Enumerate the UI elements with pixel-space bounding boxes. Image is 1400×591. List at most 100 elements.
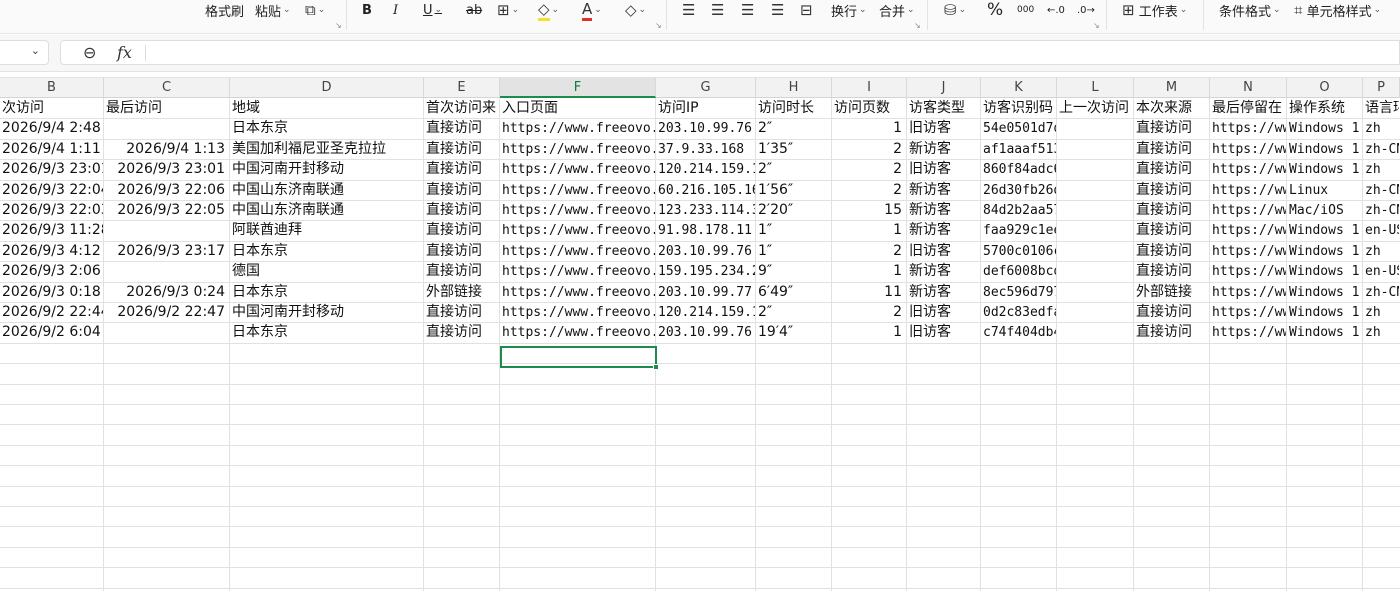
fill-color-button[interactable]: ◇ ⌄ xyxy=(538,0,559,21)
column-header-D[interactable]: D xyxy=(230,78,424,98)
cell[interactable] xyxy=(104,261,229,281)
cell[interactable]: 直接访问 xyxy=(1134,118,1209,138)
paste-button[interactable]: 粘贴 ⌄ xyxy=(255,0,291,20)
cell[interactable] xyxy=(104,322,229,342)
cell[interactable]: 2026/9/3 23:01 xyxy=(0,159,103,179)
cell[interactable]: 2026/9/3 0:18 xyxy=(0,282,103,302)
cell[interactable]: Windows 1( xyxy=(1287,159,1362,179)
cell[interactable]: https://www.freeovo. xyxy=(500,322,655,342)
justify-button[interactable]: ☰ xyxy=(771,0,784,20)
cell[interactable]: 2026/9/4 1:13 xyxy=(104,139,229,159)
cell[interactable]: Windows 1( xyxy=(1287,241,1362,261)
cell[interactable]: 日本东京 xyxy=(230,118,423,138)
cell[interactable]: https://www.freeovo. xyxy=(500,241,655,261)
cell[interactable]: 中国河南开封移动 xyxy=(230,302,423,322)
cell[interactable]: 2026/9/3 23:01 xyxy=(104,159,229,179)
cell[interactable]: Windows 1( xyxy=(1287,282,1362,302)
clear-button[interactable]: ◇ ⌄ xyxy=(625,0,646,20)
cell[interactable]: def6008bcd064e008e05 xyxy=(981,261,1056,281)
cell[interactable]: 日本东京 xyxy=(230,241,423,261)
cell[interactable]: 11 xyxy=(832,282,906,302)
dialog-launcher-icon[interactable]: ↘ xyxy=(335,21,342,30)
cell[interactable] xyxy=(1057,220,1133,240)
align-left-button[interactable]: ☰ xyxy=(682,0,695,20)
cell[interactable]: zh xyxy=(1363,118,1399,138)
cell[interactable]: 2 xyxy=(832,159,906,179)
cell[interactable]: 直接访问 xyxy=(1134,220,1209,240)
column-header-P[interactable]: P xyxy=(1363,78,1400,98)
cell[interactable]: 德国 xyxy=(230,261,423,281)
cell[interactable]: https://www.freeovo. xyxy=(500,139,655,159)
header-cell[interactable]: 上一次访问 xyxy=(1057,98,1133,118)
cell[interactable]: https://www.freeovo. xyxy=(500,261,655,281)
cell[interactable]: 新访客 xyxy=(907,139,980,159)
cell[interactable]: 1″ xyxy=(756,241,831,261)
cell[interactable]: 直接访问 xyxy=(424,302,499,322)
number-format-button[interactable]: ⛁ ⌄ xyxy=(944,0,966,20)
cell[interactable]: https://ww xyxy=(1210,200,1286,220)
wrap-button[interactable]: 换行 ⌄ xyxy=(831,0,867,20)
name-box[interactable]: ⌄ xyxy=(0,40,49,65)
cell[interactable] xyxy=(1057,261,1133,281)
merge-button[interactable]: 合并 ⌄ xyxy=(879,0,915,20)
cell[interactable]: 203.10.99.76 xyxy=(656,241,755,261)
cell[interactable]: https://ww xyxy=(1210,302,1286,322)
cell[interactable]: 2″ xyxy=(756,159,831,179)
cell[interactable]: 新访客 xyxy=(907,261,980,281)
cell[interactable]: https://ww xyxy=(1210,322,1286,342)
cell[interactable]: zh-CN xyxy=(1363,139,1399,159)
cell[interactable]: c74f404db405fb45b4de xyxy=(981,322,1056,342)
cell[interactable] xyxy=(1057,322,1133,342)
cell[interactable]: 2026/9/3 22:06 xyxy=(104,180,229,200)
cell[interactable]: 2026/9/2 22:44 xyxy=(0,302,103,322)
cell[interactable]: 旧访客 xyxy=(907,241,980,261)
cell[interactable]: 37.9.33.168 xyxy=(656,139,755,159)
cell[interactable]: 860f84adc6ae234c07ft xyxy=(981,159,1056,179)
cell[interactable]: 直接访问 xyxy=(424,180,499,200)
cell[interactable]: zh xyxy=(1363,159,1399,179)
cell[interactable]: https://www.freeovo. xyxy=(500,282,655,302)
cell[interactable]: 54e0501d7daa6f127f8( xyxy=(981,118,1056,138)
cell[interactable]: 2 xyxy=(832,139,906,159)
header-cell[interactable]: 最后访问 xyxy=(104,98,229,118)
cell[interactable]: 中国山东济南联通 xyxy=(230,200,423,220)
cell[interactable]: 中国山东济南联通 xyxy=(230,180,423,200)
cell[interactable]: 91.98.178.11 xyxy=(656,220,755,240)
cell[interactable]: 2026/9/3 23:17 xyxy=(104,241,229,261)
cell[interactable]: https://www.freeovo. xyxy=(500,220,655,240)
cell[interactable]: zh-CN xyxy=(1363,282,1399,302)
header-cell[interactable]: 次访问 xyxy=(0,98,103,118)
cell[interactable]: 中国河南开封移动 xyxy=(230,159,423,179)
strikethrough-button[interactable]: ab xyxy=(466,0,482,20)
cell[interactable]: 直接访问 xyxy=(424,220,499,240)
cell[interactable]: zh-CN xyxy=(1363,180,1399,200)
cell[interactable] xyxy=(1057,118,1133,138)
cell[interactable]: 直接访问 xyxy=(1134,159,1209,179)
column-header-H[interactable]: H xyxy=(756,78,832,98)
cell[interactable] xyxy=(1057,282,1133,302)
header-cell[interactable]: 访客识别码 xyxy=(981,98,1056,118)
cell[interactable]: https://www.freeovo. xyxy=(500,200,655,220)
cell[interactable] xyxy=(1057,241,1133,261)
align-right-button[interactable]: ☰ xyxy=(741,0,754,20)
header-cell[interactable]: 本次来源 xyxy=(1134,98,1209,118)
cell[interactable]: https://ww xyxy=(1210,241,1286,261)
cell[interactable]: 60.216.105.16 xyxy=(656,180,755,200)
cell[interactable]: https://ww xyxy=(1210,282,1286,302)
cell[interactable]: 美国加利福尼亚圣克拉拉 xyxy=(230,139,423,159)
cell[interactable] xyxy=(1057,139,1133,159)
cell[interactable]: 2026/9/3 2:06 xyxy=(0,261,103,281)
cell[interactable]: 2026/9/3 22:05 xyxy=(104,200,229,220)
cell[interactable]: en-US xyxy=(1363,261,1399,281)
cell[interactable]: 新访客 xyxy=(907,200,980,220)
cell[interactable]: 15 xyxy=(832,200,906,220)
cell[interactable]: 外部链接 xyxy=(1134,282,1209,302)
cell[interactable] xyxy=(104,118,229,138)
header-cell[interactable]: 访问IP xyxy=(656,98,755,118)
cell[interactable]: zh-CN xyxy=(1363,200,1399,220)
cell[interactable]: 203.10.99.76 xyxy=(656,322,755,342)
function-icon[interactable]: fx xyxy=(117,43,132,62)
cell[interactable]: 2 xyxy=(832,180,906,200)
cell[interactable]: 19′4″ xyxy=(756,322,831,342)
cell[interactable]: 直接访问 xyxy=(424,118,499,138)
